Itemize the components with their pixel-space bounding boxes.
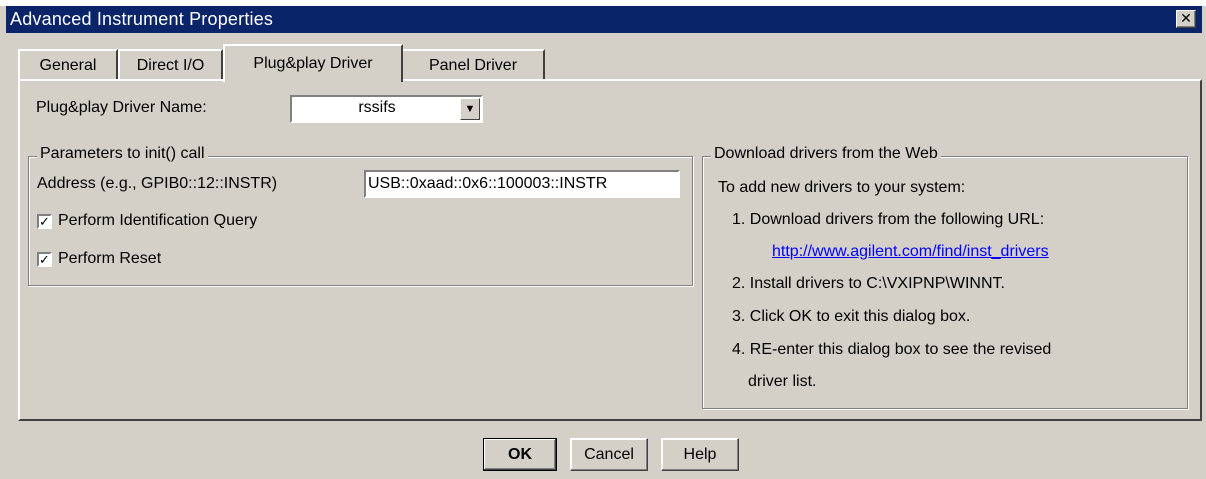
window-title: Advanced Instrument Properties — [10, 9, 274, 29]
title-bar: Advanced Instrument Properties ✕ — [6, 6, 1202, 33]
chevron-down-icon[interactable]: ▼ — [460, 98, 480, 120]
identification-query-label: Perform Identification Query — [58, 212, 258, 229]
web-step-3: 3. Click OK to exit this dialog box. — [732, 308, 971, 325]
driver-name-value: rssifs — [358, 99, 396, 116]
tab-panel-driver[interactable]: Panel Driver — [401, 49, 545, 80]
tab-general[interactable]: General — [18, 49, 118, 80]
web-step-2: 2. Install drivers to C:\VXIPNP\WINNT. — [732, 275, 1005, 292]
driver-url-link[interactable]: http://www.agilent.com/find/inst_drivers — [772, 243, 1049, 261]
tab-plug-play-driver[interactable]: Plug&play Driver — [223, 44, 403, 82]
driver-name-select[interactable]: rssifs ▼ — [290, 95, 483, 123]
driver-name-label: Plug&play Driver Name: — [36, 99, 207, 116]
web-step-4: 4. RE-enter this dialog box to see the r… — [732, 341, 1052, 358]
close-icon: ✕ — [1180, 10, 1192, 26]
check-icon: ✓ — [37, 251, 52, 267]
web-legend: Download drivers from the Web — [711, 145, 941, 163]
address-input[interactable] — [364, 170, 680, 198]
reset-checkbox[interactable]: ✓ Perform Reset — [37, 250, 161, 268]
ok-button[interactable]: OK — [483, 438, 557, 471]
check-icon: ✓ — [37, 213, 52, 229]
identification-query-checkbox[interactable]: ✓ Perform Identification Query — [37, 212, 257, 230]
close-button[interactable]: ✕ — [1176, 10, 1196, 28]
cancel-button[interactable]: Cancel — [570, 438, 648, 471]
params-legend: Parameters to init() call — [37, 145, 208, 163]
reset-label: Perform Reset — [58, 250, 162, 267]
web-intro: To add new drivers to your system: — [718, 179, 966, 196]
web-step-4-cont: driver list. — [748, 373, 817, 390]
tab-direct-io[interactable]: Direct I/O — [118, 49, 223, 80]
help-button[interactable]: Help — [661, 438, 739, 471]
address-label: Address (e.g., GPIB0::12::INSTR) — [37, 175, 278, 192]
web-step-1: 1. Download drivers from the following U… — [732, 211, 1045, 228]
